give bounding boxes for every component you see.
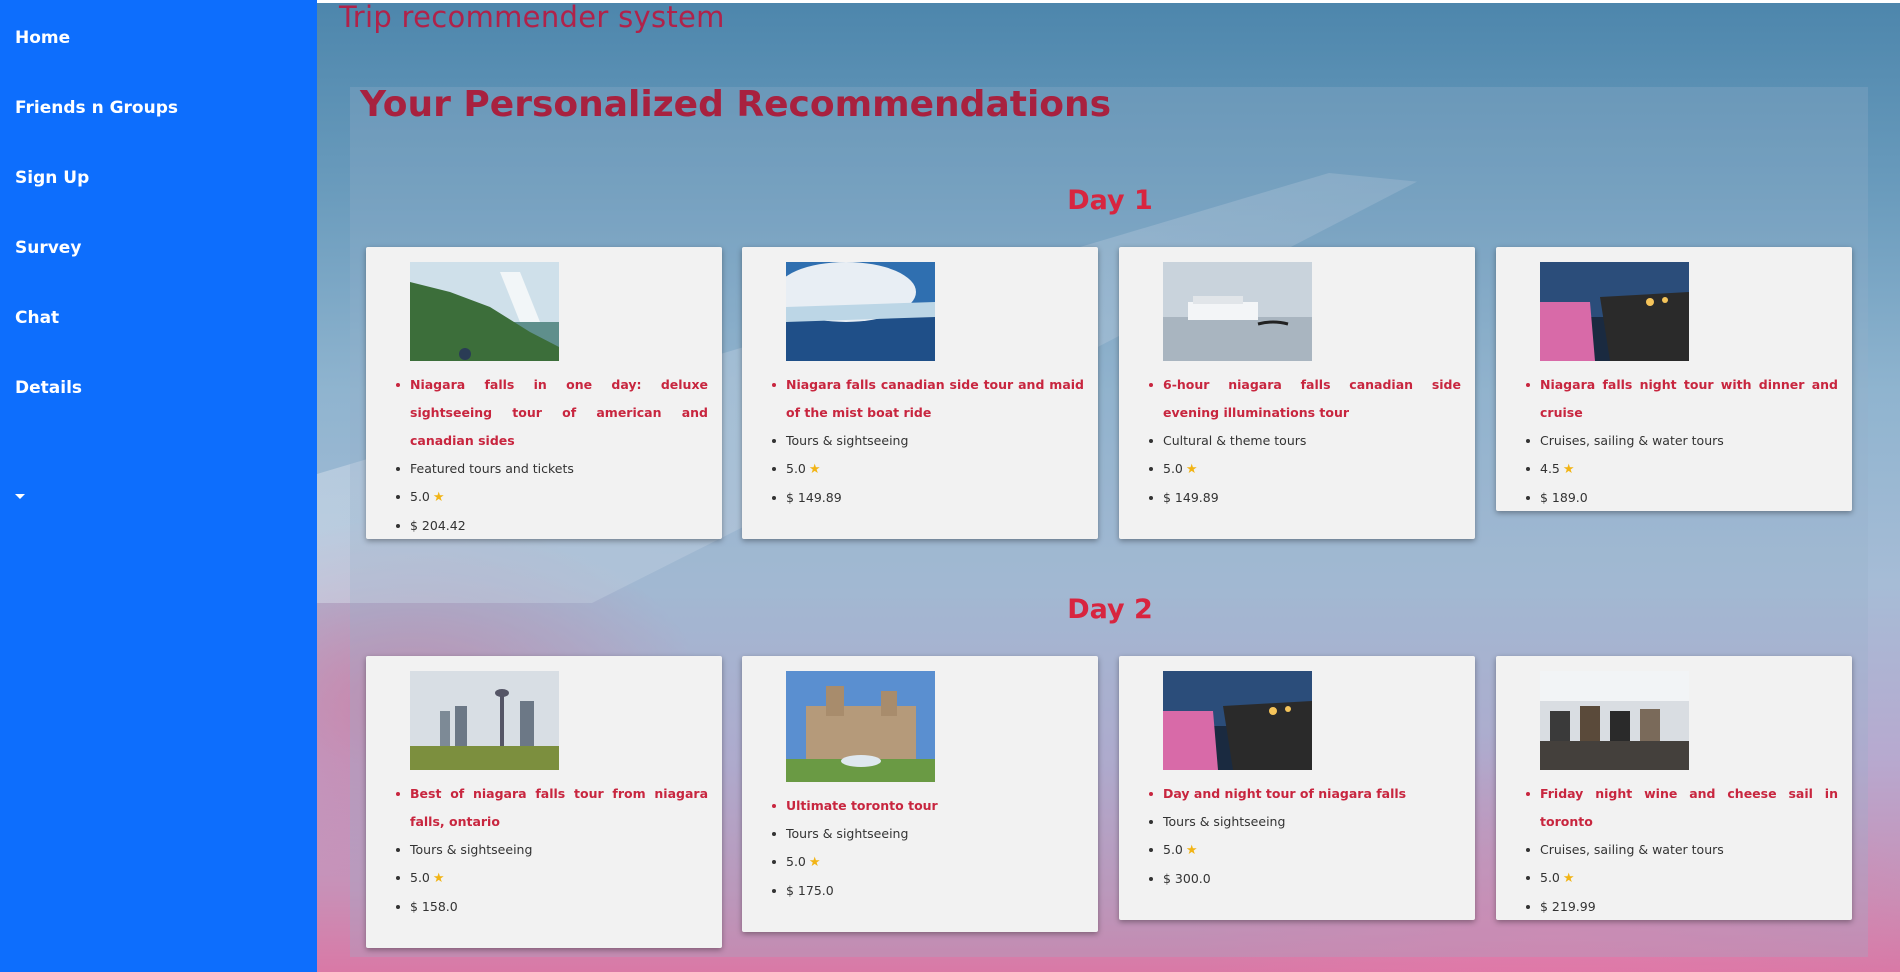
tour-category: Tours & sightseeing: [1149, 808, 1461, 836]
tour-card[interactable]: 6-hour niagara falls canadian side eveni…: [1119, 247, 1475, 539]
tour-image: [1540, 262, 1689, 361]
tour-image: [786, 671, 935, 782]
caret-down-icon[interactable]: [15, 494, 25, 499]
tour-rating: 5.0 ★: [1149, 455, 1461, 484]
tour-price: $ 189.0: [1526, 484, 1838, 512]
tour-rating: 5.0 ★: [1526, 864, 1838, 893]
day-heading: Day 2: [1067, 594, 1153, 625]
star-icon: ★: [432, 490, 445, 505]
tour-image: [1540, 671, 1689, 770]
star-icon: ★: [1185, 462, 1198, 477]
app-title: Trip recommender system: [339, 0, 725, 34]
rating-value: 4.5: [1540, 461, 1560, 476]
tour-card[interactable]: Niagara falls in one day: deluxe sightse…: [366, 247, 722, 539]
star-icon: ★: [1185, 843, 1198, 858]
tour-name-link[interactable]: Day and night tour of niagara falls: [1149, 780, 1461, 808]
tour-category: Featured tours and tickets: [396, 455, 708, 483]
sidebar-item-sign-up[interactable]: Sign Up: [15, 168, 89, 188]
tour-image: [1163, 262, 1312, 361]
rating-value: 5.0: [410, 489, 430, 504]
sidebar-item-details[interactable]: Details: [15, 378, 82, 398]
star-icon: ★: [1562, 871, 1575, 886]
tour-rating: 5.0 ★: [772, 848, 1084, 877]
tour-rating: 5.0 ★: [396, 483, 708, 512]
sidebar-item-chat[interactable]: Chat: [15, 308, 59, 328]
tour-image: [786, 262, 935, 361]
tour-name-link[interactable]: Niagara falls night tour with dinner and…: [1526, 371, 1838, 427]
sidebar-item-survey[interactable]: Survey: [15, 238, 81, 258]
tour-card[interactable]: Best of niagara falls tour from niagara …: [366, 656, 722, 948]
rating-value: 5.0: [1163, 461, 1183, 476]
tour-price: $ 149.89: [1149, 484, 1461, 512]
tour-name-link[interactable]: Niagara falls canadian side tour and mai…: [772, 371, 1084, 427]
star-icon: ★: [1562, 462, 1575, 477]
sidebar: Home Friends n Groups Sign Up Survey Cha…: [0, 0, 317, 972]
tour-name-link[interactable]: Best of niagara falls tour from niagara …: [396, 780, 708, 836]
tour-card[interactable]: Friday night wine and cheese sail in tor…: [1496, 656, 1852, 920]
rating-value: 5.0: [1163, 842, 1183, 857]
tour-name-link[interactable]: Ultimate toronto tour: [772, 792, 1084, 820]
tour-image: [1163, 671, 1312, 770]
rating-value: 5.0: [786, 461, 806, 476]
tour-card[interactable]: Niagara falls night tour with dinner and…: [1496, 247, 1852, 511]
tour-name-link[interactable]: Friday night wine and cheese sail in tor…: [1526, 780, 1838, 836]
tour-name-link[interactable]: 6-hour niagara falls canadian side eveni…: [1149, 371, 1461, 427]
tour-category: Tours & sightseeing: [772, 820, 1084, 848]
tour-category: Cruises, sailing & water tours: [1526, 427, 1838, 455]
tour-card[interactable]: Ultimate toronto tour Tours & sightseein…: [742, 656, 1098, 932]
tour-price: $ 204.42: [396, 512, 708, 540]
rating-value: 5.0: [786, 854, 806, 869]
star-icon: ★: [808, 462, 821, 477]
tour-card[interactable]: Niagara falls canadian side tour and mai…: [742, 247, 1098, 539]
sidebar-item-friends-n-groups[interactable]: Friends n Groups: [15, 98, 178, 118]
page-title: Your Personalized Recommendations: [360, 84, 1112, 125]
tour-rating: 5.0 ★: [1149, 836, 1461, 865]
tour-category: Tours & sightseeing: [396, 836, 708, 864]
rating-value: 5.0: [1540, 870, 1560, 885]
tour-category: Cultural & theme tours: [1149, 427, 1461, 455]
tour-card[interactable]: Day and night tour of niagara falls Tour…: [1119, 656, 1475, 920]
sidebar-item-home[interactable]: Home: [15, 28, 70, 48]
star-icon: ★: [432, 871, 445, 886]
star-icon: ★: [808, 855, 821, 870]
day-heading: Day 1: [1067, 185, 1153, 216]
tour-price: $ 175.0: [772, 877, 1084, 905]
tour-rating: 5.0 ★: [772, 455, 1084, 484]
tour-price: $ 300.0: [1149, 865, 1461, 893]
tour-category: Cruises, sailing & water tours: [1526, 836, 1838, 864]
tour-category: Tours & sightseeing: [772, 427, 1084, 455]
rating-value: 5.0: [410, 870, 430, 885]
tour-image: [410, 262, 559, 361]
tour-price: $ 158.0: [396, 893, 708, 921]
tour-rating: 4.5 ★: [1526, 455, 1838, 484]
tour-price: $ 149.89: [772, 484, 1084, 512]
tour-rating: 5.0 ★: [396, 864, 708, 893]
tour-image: [410, 671, 559, 770]
tour-price: $ 219.99: [1526, 893, 1838, 921]
tour-name-link[interactable]: Niagara falls in one day: deluxe sightse…: [396, 371, 708, 455]
